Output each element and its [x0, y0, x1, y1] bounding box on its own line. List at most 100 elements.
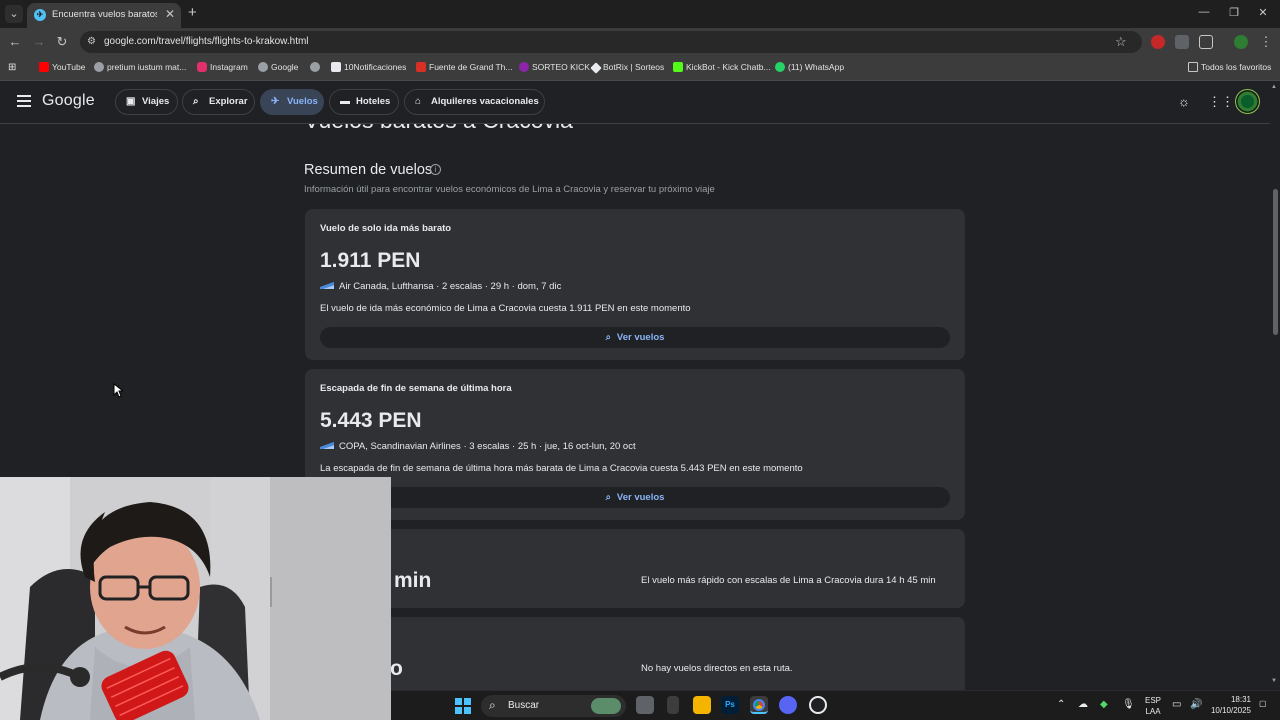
chrome-icon[interactable]: [750, 696, 768, 714]
photoshop-icon[interactable]: Ps: [721, 696, 739, 714]
bookmark-whatsapp[interactable]: (11) WhatsApp: [775, 62, 844, 72]
page-scrollbar[interactable]: ▲ ▼: [1270, 81, 1280, 690]
bookmark-sorteo-kick[interactable]: SORTEO KICK: [519, 62, 590, 72]
extensions-puzzle-icon[interactable]: [1199, 35, 1213, 49]
bookmark-kickbot[interactable]: KickBot - Kick Chatb...: [673, 62, 771, 72]
account-avatar[interactable]: [1235, 89, 1260, 114]
folder-icon: [1188, 62, 1198, 72]
browser-tab[interactable]: ✈ Encuentra vuelos baratos a Cra ✕: [27, 3, 181, 28]
all-bookmarks-folder[interactable]: Todos los favoritos: [1188, 62, 1271, 72]
url-text[interactable]: google.com/travel/flights/flights-to-kra…: [104, 36, 309, 47]
whatsapp-icon: [775, 62, 785, 72]
card-duration: min: [394, 569, 432, 592]
bed-icon: ▬: [340, 96, 350, 107]
google-logo[interactable]: Google: [42, 92, 95, 110]
minimize-icon[interactable]: —: [1194, 6, 1214, 18]
browser-tab-strip: ⌄ ✈ Encuentra vuelos baratos a Cra ✕ + —…: [0, 0, 1280, 28]
bookmark-unnamed[interactable]: [310, 62, 323, 72]
input-language[interactable]: ESP LAA: [1145, 695, 1161, 717]
summary-subtitle: Información útil para encontrar vuelos e…: [304, 184, 715, 195]
airline-logo-icon: [320, 281, 334, 289]
task-view-icon[interactable]: [636, 696, 654, 714]
search-icon: ⌕: [605, 332, 611, 343]
tab-viajes[interactable]: ▣ Viajes: [115, 89, 178, 115]
mouse-cursor-icon: [113, 383, 123, 398]
onedrive-icon[interactable]: ☁: [1078, 699, 1088, 710]
close-window-icon[interactable]: ✕: [1253, 6, 1273, 19]
house-icon: ⌂: [415, 96, 422, 107]
microphone-icon[interactable]: 🎙: [1122, 699, 1135, 710]
taskbar-search-label: Buscar: [508, 700, 540, 711]
page-title: Vuelos baratos a Cracovia: [304, 124, 573, 134]
airline-logo-icon: [320, 441, 334, 449]
tab-search-button[interactable]: ⌄: [5, 5, 23, 23]
extension-icon[interactable]: [1151, 35, 1165, 49]
bookmark-botrix[interactable]: BotRix | Sorteos: [590, 62, 664, 74]
reload-icon[interactable]: ↻: [54, 34, 70, 50]
tab-close-icon[interactable]: ✕: [165, 7, 175, 21]
globe-icon: [310, 62, 320, 72]
direct-flights-card: o No hay vuelos directos en esta ruta.: [305, 617, 965, 690]
see-flights-button[interactable]: ⌕ Ver vuelos: [320, 487, 950, 508]
tab-hoteles[interactable]: ▬ Hoteles: [329, 89, 399, 115]
info-icon[interactable]: i: [430, 164, 441, 175]
globe-icon: [258, 62, 268, 72]
app-icon[interactable]: [809, 696, 827, 714]
card-label: Vuelo de solo ida más barato: [320, 223, 452, 234]
restore-icon[interactable]: ❐: [1224, 6, 1244, 19]
extension-icon[interactable]: [1175, 35, 1189, 49]
notifications-icon[interactable]: ▢: [1259, 699, 1267, 708]
windows-taskbar: ⌕ Buscar Ps ⌃ ☁ ◆ 🎙 ESP LAA ▭ 🔊 18:31 10/1…: [391, 690, 1280, 720]
network-icon[interactable]: ▭: [1172, 699, 1181, 710]
botrix-icon: [590, 62, 602, 74]
bookmark-gta[interactable]: Fuente de Grand Th...: [416, 62, 512, 72]
bookmark-pretium[interactable]: pretium iustum mat...: [94, 62, 186, 72]
card-description: No hay vuelos directos en esta ruta.: [641, 663, 793, 674]
forward-icon[interactable]: →: [31, 34, 47, 49]
apps-grid-icon[interactable]: ⊞: [8, 62, 16, 73]
site-info-icon[interactable]: ⚙: [87, 36, 99, 48]
windows-start-icon[interactable]: [455, 698, 471, 714]
tab-alquileres-vacacionales[interactable]: ⌂ Alquileres vacacionales: [404, 89, 545, 115]
browser-menu-icon[interactable]: ⋮: [1258, 34, 1274, 50]
summary-heading: Resumen de vuelos: [304, 162, 433, 178]
app-icon[interactable]: [667, 696, 679, 714]
theme-toggle-icon[interactable]: ☼: [1178, 94, 1190, 109]
clock[interactable]: 18:31 10/10/2025: [1207, 694, 1251, 716]
card-meta: Air Canada, Lufthansa · 2 escalas · 29 h…: [320, 281, 561, 292]
taskbar-search[interactable]: ⌕ Buscar: [481, 695, 626, 717]
discord-icon[interactable]: [779, 696, 797, 714]
volume-icon[interactable]: 🔊: [1190, 699, 1202, 710]
file-explorer-icon[interactable]: [693, 696, 711, 714]
youtube-icon: [39, 62, 49, 72]
bookmark-star-icon[interactable]: ☆: [1115, 34, 1127, 50]
bookmark-google[interactable]: Google: [258, 62, 298, 72]
scroll-down-icon[interactable]: ▼: [1271, 678, 1277, 684]
tab-vuelos[interactable]: ✈ Vuelos: [260, 89, 324, 115]
tray-app-icon[interactable]: ◆: [1100, 699, 1108, 710]
show-hidden-icons-icon[interactable]: ⌃: [1057, 699, 1065, 710]
back-icon[interactable]: ←: [7, 34, 23, 49]
search-highlight-icon: [591, 698, 621, 714]
tab-explorar[interactable]: ⌕ Explorar: [182, 89, 255, 115]
search-icon: ⌕: [605, 492, 611, 503]
font-icon: [416, 62, 426, 72]
scroll-up-icon[interactable]: ▲: [1271, 84, 1277, 90]
bookmark-x[interactable]: 10Notificaciones: [331, 62, 406, 72]
bookmark-instagram[interactable]: Instagram: [197, 62, 248, 72]
card-price: 1.911 PEN: [320, 249, 421, 272]
scrollbar-thumb[interactable]: [1273, 189, 1278, 335]
see-flights-button[interactable]: ⌕ Ver vuelos: [320, 327, 950, 348]
card-price: 5.443 PEN: [320, 409, 422, 432]
kickbot-icon: [673, 62, 683, 72]
suitcase-icon: ▣: [126, 96, 136, 107]
main-menu-icon[interactable]: [17, 95, 31, 110]
new-tab-button[interactable]: +: [188, 4, 197, 21]
bookmark-youtube[interactable]: YouTube: [39, 62, 85, 72]
tab-title: Encuentra vuelos baratos a Cra: [52, 9, 157, 20]
address-bar[interactable]: ⚙ google.com/travel/flights/flights-to-k…: [80, 31, 1142, 53]
card-description: El vuelo de ida más económico de Lima a …: [320, 303, 691, 314]
flights-favicon-icon: ✈: [34, 9, 46, 21]
google-travel-header: Google ▣ Viajes ⌕ Explorar ✈ Vuelos ▬ Hotele…: [0, 81, 1270, 124]
profile-icon[interactable]: [1234, 35, 1248, 49]
